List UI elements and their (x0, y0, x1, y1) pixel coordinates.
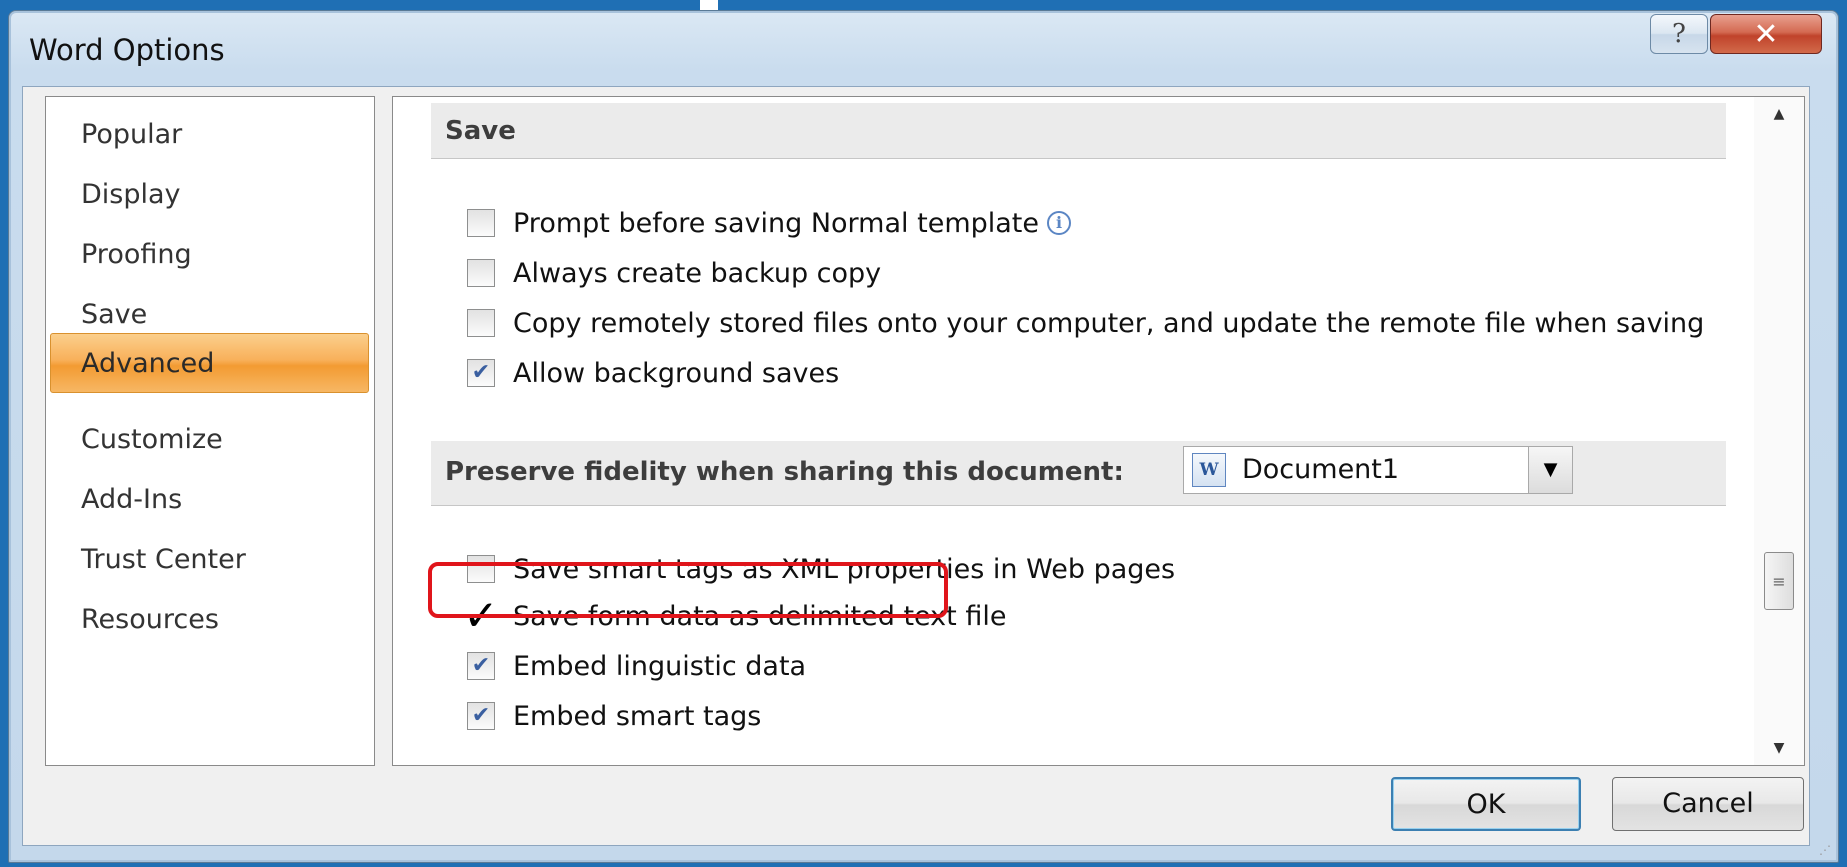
checkbox-checked[interactable]: ✔ (467, 702, 495, 730)
options-navigation: Popular Display Proofing Save Advanced C… (45, 96, 375, 766)
option-background-saves[interactable]: ✔ Allow background saves (467, 353, 839, 393)
nav-item-advanced[interactable]: Advanced (50, 333, 369, 393)
checkbox-checked[interactable]: ✔ (467, 359, 495, 387)
nav-item-add-ins[interactable]: Add-Ins (46, 470, 376, 530)
cancel-button[interactable]: Cancel (1612, 777, 1804, 831)
dialog-title: Word Options (29, 33, 225, 67)
nav-item-trust-center[interactable]: Trust Center (46, 530, 376, 590)
word-document-icon: W (1192, 453, 1226, 487)
nav-item-proofing[interactable]: Proofing (46, 225, 376, 285)
option-label: Always create backup copy (513, 257, 882, 289)
scroll-thumb[interactable]: ≡ (1764, 552, 1794, 610)
option-embed-linguistic[interactable]: ✔ Embed linguistic data (467, 646, 806, 686)
nav-item-customize[interactable]: Customize (46, 410, 376, 470)
fidelity-label: Preserve fidelity when sharing this docu… (445, 457, 1124, 487)
title-bar[interactable]: Word Options ? ✕ (9, 11, 1838, 87)
checkbox[interactable] (467, 209, 495, 237)
checkbox[interactable] (467, 309, 495, 337)
checkbox-checked[interactable]: ✔ (467, 652, 495, 680)
info-icon[interactable]: i (1047, 211, 1071, 235)
options-panel: Save Prompt before saving Normal templat… (392, 96, 1805, 766)
option-prompt-normal-template[interactable]: Prompt before saving Normal template i (467, 203, 1071, 243)
checkmark-icon: ✔ (471, 653, 491, 678)
scroll-up-icon[interactable]: ▲ (1764, 99, 1794, 129)
chevron-down-icon: ▼ (1543, 459, 1558, 480)
help-button[interactable]: ? (1650, 14, 1708, 54)
option-copy-remote-files[interactable]: Copy remotely stored files onto your com… (467, 303, 1704, 343)
document-select[interactable]: W Document1 ▼ (1183, 446, 1573, 494)
selected-document: Document1 (1242, 454, 1400, 485)
checkbox[interactable] (467, 259, 495, 287)
option-backup-copy[interactable]: Always create backup copy (467, 253, 881, 293)
close-icon: ✕ (1753, 16, 1779, 52)
scroll-down-icon[interactable]: ▼ (1764, 733, 1794, 763)
nav-item-resources[interactable]: Resources (46, 590, 376, 650)
resize-grip-icon[interactable]: ⋰ (1819, 843, 1835, 859)
vertical-scrollbar[interactable]: ▲ ≡ ▼ (1754, 97, 1804, 765)
option-label: Embed smart tags (513, 700, 762, 732)
option-embed-smart-tags[interactable]: ✔ Embed smart tags (467, 696, 761, 736)
option-label: Allow background saves (513, 357, 840, 389)
dropdown-button[interactable]: ▼ (1528, 447, 1572, 493)
question-mark-icon: ? (1672, 19, 1686, 49)
option-label: Embed linguistic data (513, 650, 807, 682)
grip-icon: ≡ (1772, 571, 1786, 591)
save-section-header: Save (431, 103, 1726, 159)
checkmark-icon: ✔ (471, 703, 491, 728)
fidelity-section-header: Preserve fidelity when sharing this docu… (431, 441, 1726, 506)
nav-item-display[interactable]: Display (46, 165, 376, 225)
nav-item-popular[interactable]: Popular (46, 105, 376, 165)
option-label: Prompt before saving Normal template (513, 207, 1039, 239)
highlight-box (428, 562, 948, 618)
close-button[interactable]: ✕ (1710, 14, 1822, 54)
checkmark-icon: ✔ (471, 360, 491, 385)
option-label: Copy remotely stored files onto your com… (513, 307, 1705, 339)
ok-button[interactable]: OK (1391, 777, 1581, 831)
